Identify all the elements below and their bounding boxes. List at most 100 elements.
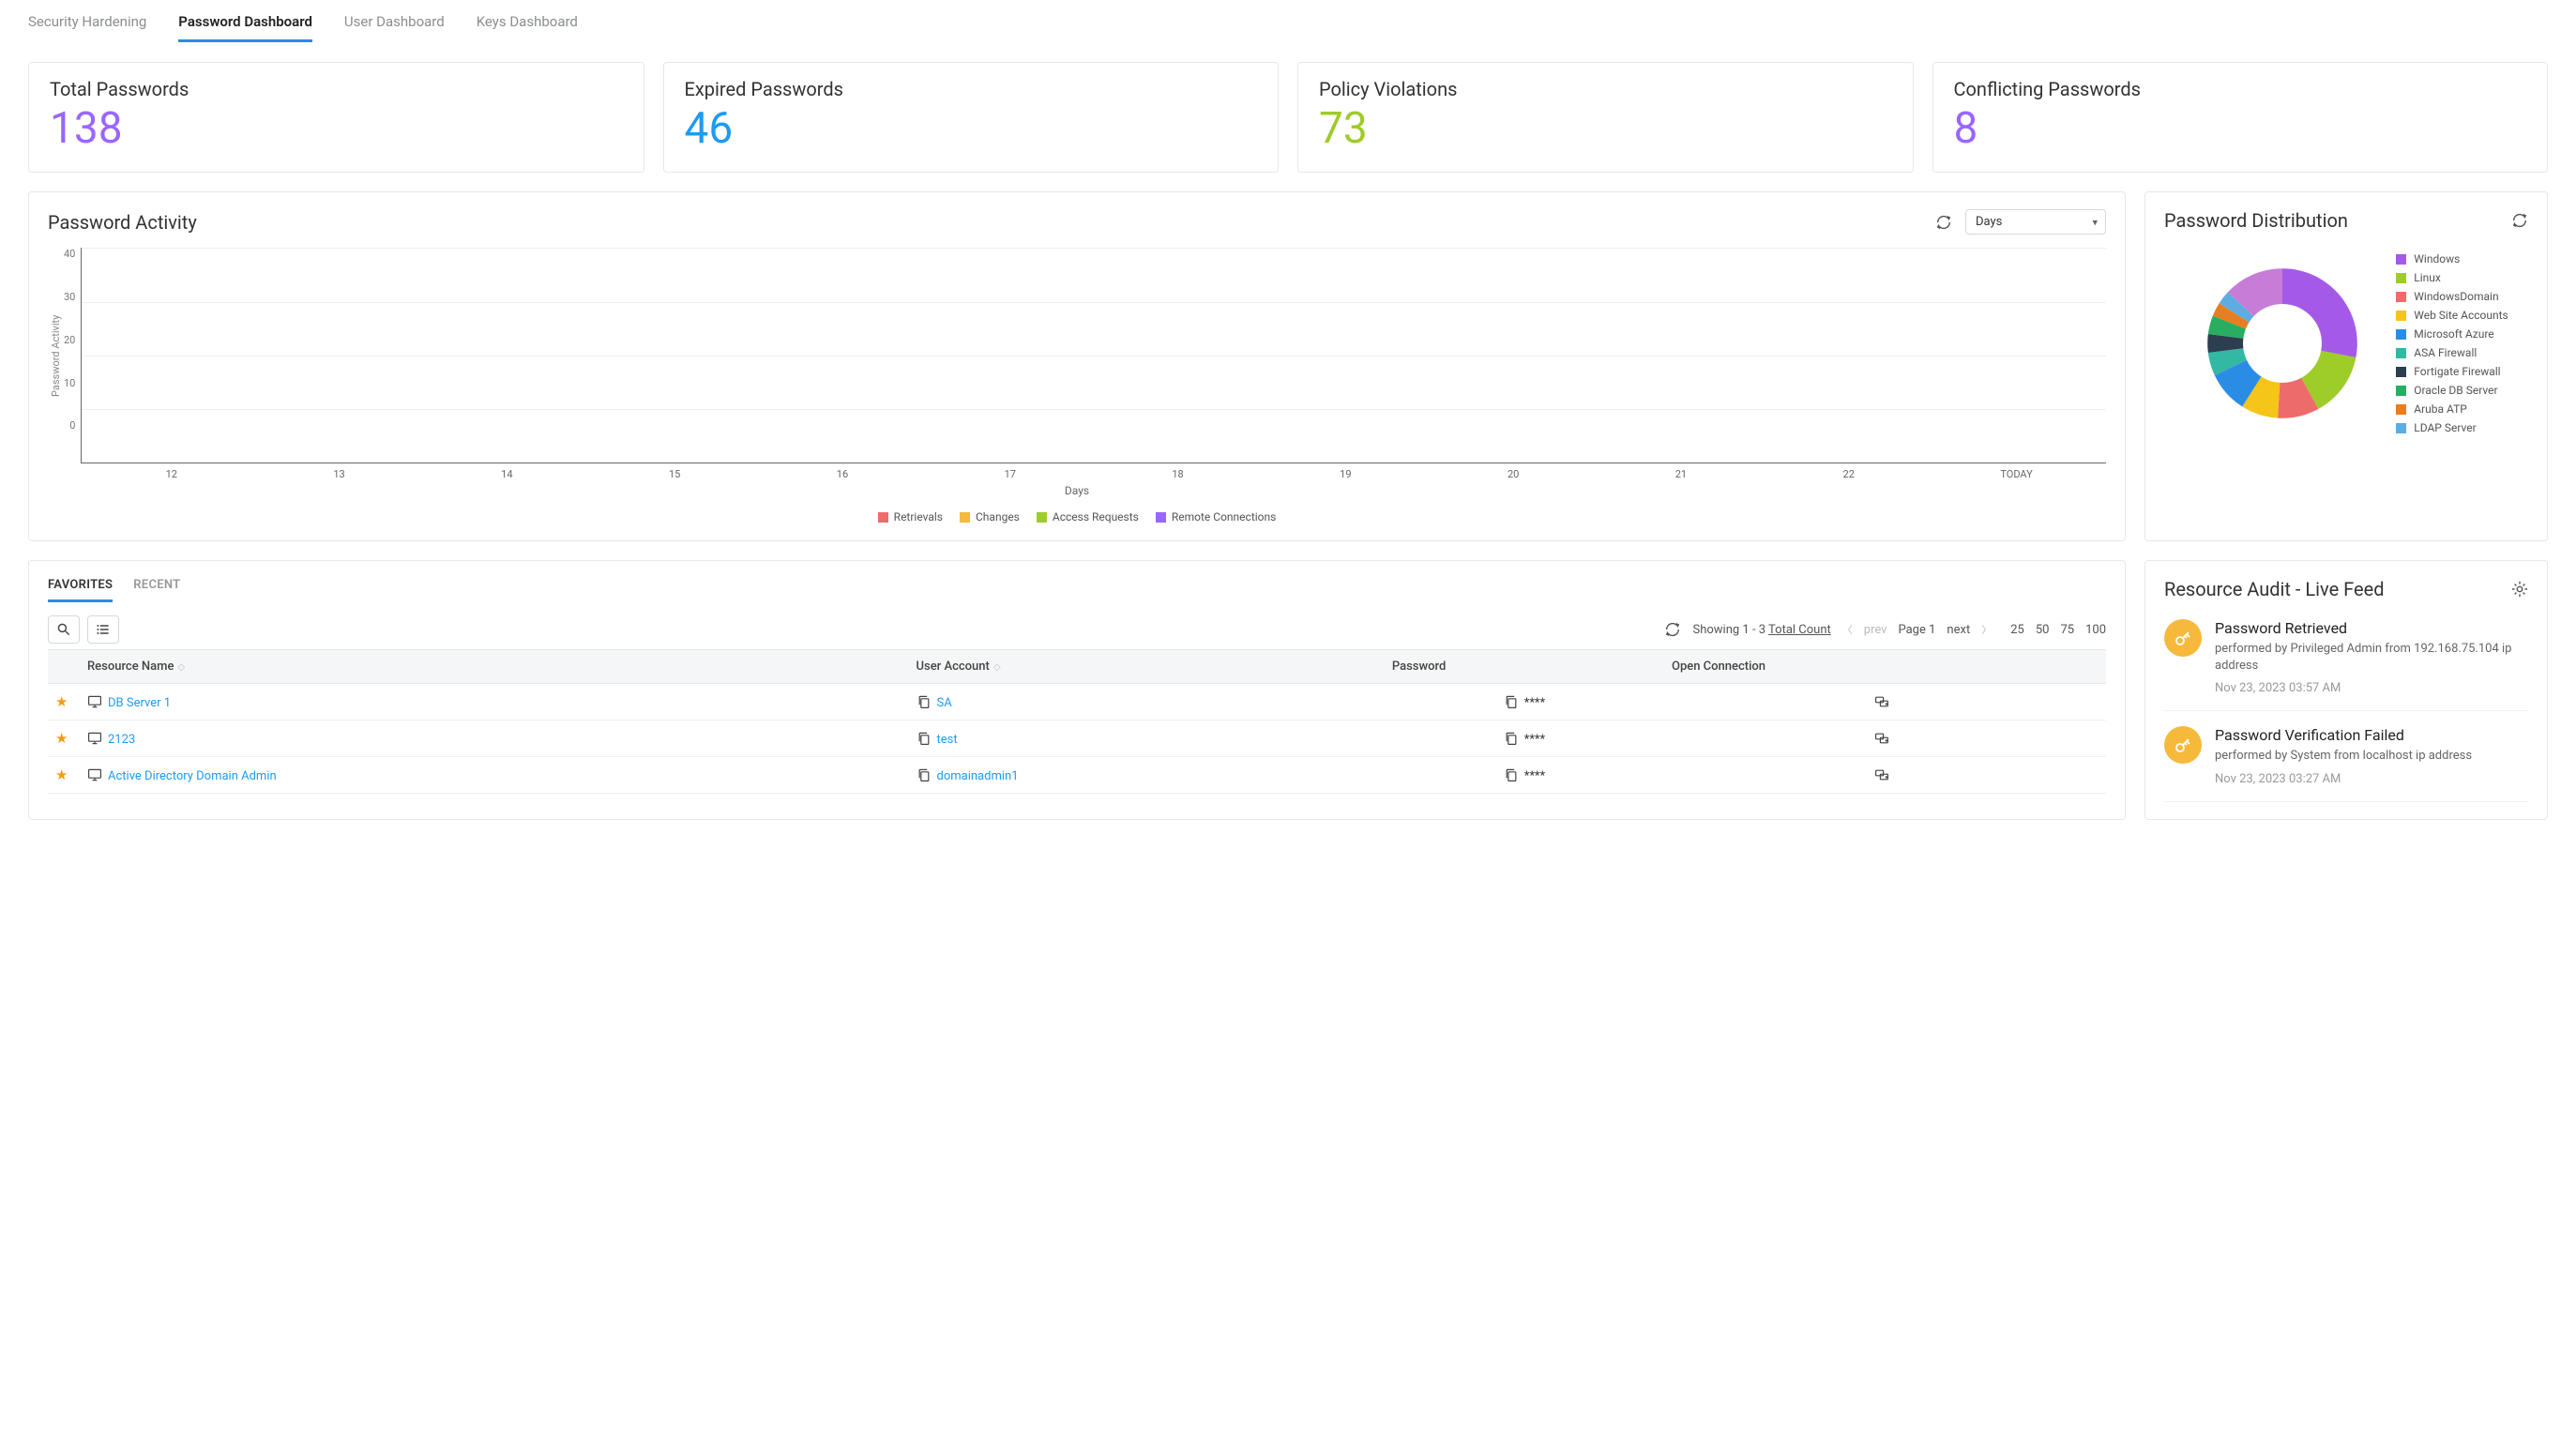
- x-tick: 19: [1340, 463, 1351, 480]
- resource-link[interactable]: DB Server 1: [108, 696, 171, 710]
- page-size-option[interactable]: 25: [2010, 623, 2024, 637]
- stat-value: 8: [1954, 106, 2527, 151]
- sub-tab-favorites[interactable]: FAVORITES: [48, 578, 113, 602]
- star-icon[interactable]: ★: [55, 766, 68, 783]
- copy-icon[interactable]: [1504, 767, 1519, 782]
- user-link[interactable]: SA: [937, 696, 952, 710]
- donut-legend: Windows Linux WindowsDomain Web Site Accoun…: [2396, 252, 2508, 434]
- legend-label: Remote Connections: [1172, 510, 1276, 523]
- pager-page: Page 1: [1898, 623, 1935, 637]
- legend-label: Linux: [2414, 271, 2441, 284]
- list-view-button[interactable]: [87, 615, 119, 644]
- legend-item[interactable]: Aruba ATP: [2396, 402, 2508, 416]
- column-header[interactable]: Open Connection: [1664, 650, 2106, 684]
- top-tab-security-hardening[interactable]: Security Hardening: [28, 13, 146, 42]
- favorites-tabs: FAVORITES RECENT: [48, 578, 2106, 602]
- copy-icon[interactable]: [1504, 731, 1519, 746]
- chart-x-label: Days: [48, 484, 2106, 497]
- table-row: ★ DB Server 1 SA ****: [48, 684, 2106, 720]
- legend-swatch: [2396, 348, 2406, 358]
- open-connection-icon[interactable]: [1874, 767, 1889, 782]
- legend-label: Windows: [2414, 252, 2460, 265]
- refresh-icon[interactable]: [1664, 621, 1681, 638]
- range-select[interactable]: Days ▾: [1965, 209, 2106, 235]
- legend-item[interactable]: Oracle DB Server: [2396, 384, 2508, 397]
- x-tick: 21: [1675, 463, 1687, 480]
- legend-item[interactable]: Microsoft Azure: [2396, 327, 2508, 341]
- column-header[interactable]: Resource Name◇: [80, 650, 909, 684]
- chevron-down-icon: ▾: [2092, 216, 2098, 228]
- column-header[interactable]: Password: [1385, 650, 1664, 684]
- open-connection-icon[interactable]: [1874, 694, 1889, 709]
- sort-icon[interactable]: ◇: [993, 662, 1001, 673]
- legend-label: ASA Firewall: [2414, 346, 2477, 359]
- refresh-icon[interactable]: [1935, 214, 1952, 231]
- legend-item[interactable]: Web Site Accounts: [2396, 309, 2508, 322]
- feed-desc: performed by System from localhost ip ad…: [2215, 748, 2472, 765]
- copy-icon[interactable]: [1504, 694, 1519, 709]
- feed-time: Nov 23, 2023 03:27 AM: [2215, 772, 2472, 786]
- legend-item[interactable]: Changes: [960, 510, 1020, 523]
- legend-item[interactable]: Remote Connections: [1156, 510, 1276, 523]
- legend-item[interactable]: ASA Firewall: [2396, 346, 2508, 359]
- stat-value: 138: [50, 106, 623, 151]
- sort-icon[interactable]: ◇: [177, 662, 185, 673]
- page-size-option[interactable]: 100: [2085, 623, 2106, 637]
- panel-password-distribution: Password Distribution WindowsLinuxWindow…: [2144, 191, 2548, 541]
- stat-card-policy-violations[interactable]: Policy Violations 73: [1297, 62, 1914, 173]
- copy-icon[interactable]: [917, 694, 932, 709]
- top-tab-keys-dashboard[interactable]: Keys Dashboard: [477, 13, 578, 42]
- legend-swatch: [2396, 404, 2406, 415]
- stat-card-total-passwords[interactable]: Total Passwords 138: [28, 62, 644, 173]
- x-tick: 20: [1508, 463, 1519, 480]
- gear-icon[interactable]: [2511, 581, 2528, 598]
- search-button[interactable]: [48, 615, 80, 644]
- stat-card-expired-passwords[interactable]: Expired Passwords 46: [663, 62, 1280, 173]
- legend-item[interactable]: Windows: [2396, 252, 2508, 265]
- legend-swatch: [878, 512, 888, 523]
- legend-item[interactable]: LDAP Server: [2396, 421, 2508, 434]
- legend-swatch: [2396, 386, 2406, 396]
- sub-tab-recent[interactable]: RECENT: [133, 578, 180, 602]
- legend-item[interactable]: Retrievals: [878, 510, 943, 523]
- pager-total-count[interactable]: Total Count: [1768, 623, 1831, 637]
- open-connection-icon[interactable]: [1874, 731, 1889, 746]
- legend-item[interactable]: Linux: [2396, 271, 2508, 284]
- legend-swatch: [2396, 292, 2406, 302]
- legend-item[interactable]: Access Requests: [1037, 510, 1139, 523]
- stat-title: Expired Passwords: [685, 78, 1258, 100]
- copy-icon[interactable]: [917, 731, 932, 746]
- resource-link[interactable]: Active Directory Domain Admin: [108, 769, 277, 783]
- legend-item[interactable]: WindowsDomain: [2396, 290, 2508, 303]
- legend-item[interactable]: Fortigate Firewall: [2396, 365, 2508, 378]
- pager-prev[interactable]: prev: [1864, 623, 1887, 637]
- top-tabs: Security Hardening Password Dashboard User…: [0, 0, 2576, 43]
- user-link[interactable]: test: [937, 733, 958, 747]
- key-icon: [2164, 726, 2202, 764]
- copy-icon[interactable]: [917, 767, 932, 782]
- stat-card-conflicting-passwords[interactable]: Conflicting Passwords 8: [1932, 62, 2549, 173]
- feed-item[interactable]: Password Verification Failed performed b…: [2164, 711, 2528, 802]
- star-icon[interactable]: ★: [55, 730, 68, 747]
- x-tick: 22: [1843, 463, 1855, 480]
- star-icon[interactable]: ★: [55, 693, 68, 710]
- column-header[interactable]: User Account◇: [909, 650, 1385, 684]
- feed-title: Password Retrieved: [2215, 619, 2528, 637]
- pager-next[interactable]: next: [1947, 623, 1970, 637]
- top-tab-user-dashboard[interactable]: User Dashboard: [344, 13, 445, 42]
- user-link[interactable]: domainadmin1: [937, 769, 1019, 783]
- refresh-icon[interactable]: [2511, 212, 2528, 229]
- favorites-table: Resource Name◇User Account◇PasswordOpen …: [48, 649, 2106, 794]
- top-tab-password-dashboard[interactable]: Password Dashboard: [178, 13, 312, 42]
- monitor-icon: [87, 694, 102, 709]
- table-row: ★ Active Directory Domain Admin domainad…: [48, 757, 2106, 794]
- chart-y-axis: 403020100: [64, 248, 81, 463]
- page-size-option[interactable]: 50: [2036, 623, 2050, 637]
- legend-swatch: [1156, 512, 1166, 523]
- x-tick: 18: [1172, 463, 1183, 480]
- page-size-option[interactable]: 75: [2060, 623, 2074, 637]
- resource-link[interactable]: 2123: [108, 733, 135, 747]
- donut-slice[interactable]: [2282, 268, 2357, 357]
- feed-time: Nov 23, 2023 03:57 AM: [2215, 681, 2528, 695]
- feed-item[interactable]: Password Retrieved performed by Privileg…: [2164, 614, 2528, 711]
